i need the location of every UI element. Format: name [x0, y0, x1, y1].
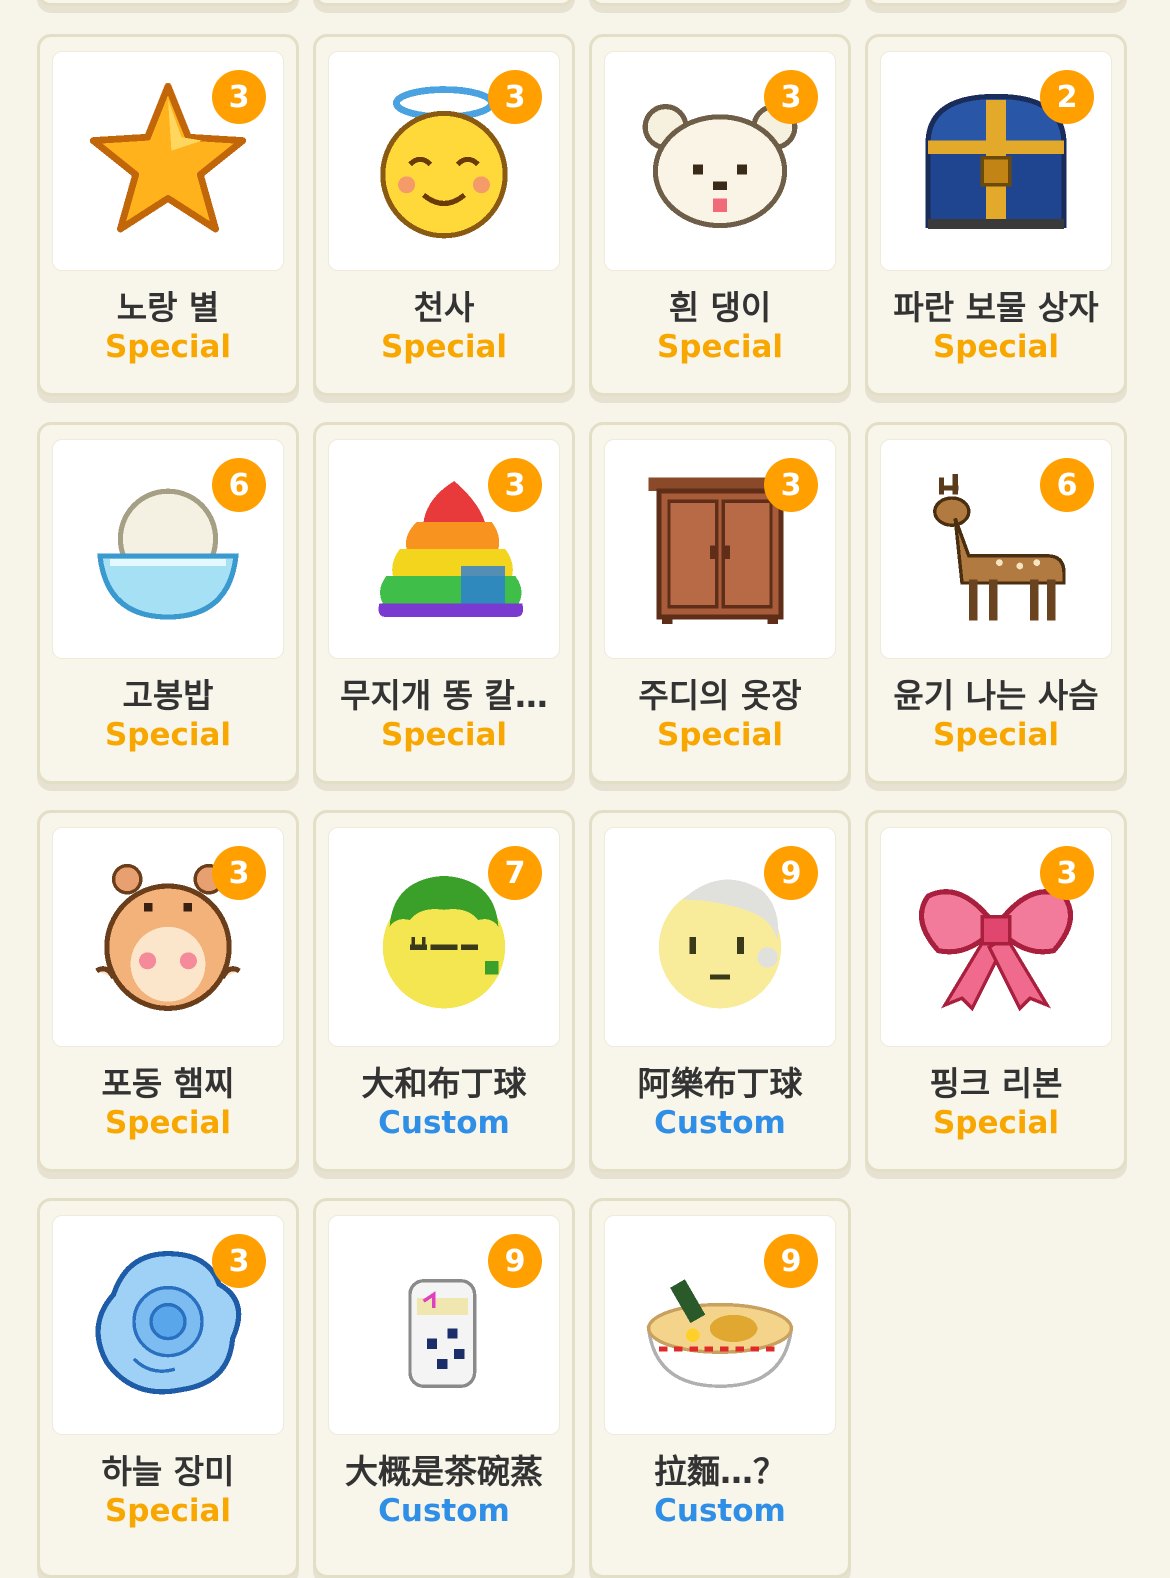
item-card[interactable]: 3 천사 Special: [313, 34, 575, 396]
item-name: 노랑 별: [116, 288, 220, 327]
count-badge: 7: [488, 846, 542, 900]
item-name: 하늘 장미: [101, 1452, 235, 1491]
count-badge: 3: [764, 458, 818, 512]
item-card[interactable]: 9 拉麵…？ Custom: [589, 1198, 851, 1578]
count-badge: 3: [212, 1234, 266, 1288]
item-type: Special: [932, 717, 1060, 753]
item-name: 천사: [413, 288, 475, 327]
item-tile: 9: [328, 1215, 560, 1435]
item-name: 포동 햄찌: [101, 1064, 235, 1103]
item-name: 阿樂布丁球: [637, 1064, 803, 1103]
item-type: Special: [104, 717, 232, 753]
item-type: Special: [104, 1105, 232, 1141]
item-name: 大和布丁球: [361, 1064, 527, 1103]
item-type: Custom: [654, 1493, 786, 1529]
item-card[interactable]: 3 노랑 별 Special: [37, 34, 299, 396]
item-type: Special: [656, 329, 784, 365]
item-card[interactable]: 7 大和布丁球 Custom: [313, 810, 575, 1172]
count-badge: 6: [212, 458, 266, 512]
item-type: Special: [932, 329, 1060, 365]
item-name: 拉麵…？: [654, 1452, 786, 1491]
item-card[interactable]: 3 하늘 장미 Special: [37, 1198, 299, 1578]
item-card[interactable]: 3 포동 햄찌 Special: [37, 810, 299, 1172]
item-card[interactable]: 3 무지개 똥 칼… Special: [313, 422, 575, 784]
count-badge: 3: [1040, 846, 1094, 900]
count-badge: 2: [1040, 70, 1094, 124]
item-name: 파란 보물 상자: [893, 288, 1099, 327]
count-badge: 3: [764, 70, 818, 124]
count-badge: 3: [488, 70, 542, 124]
count-badge: 6: [1040, 458, 1094, 512]
item-card[interactable]: 9 阿樂布丁球 Custom: [589, 810, 851, 1172]
count-badge: 3: [212, 70, 266, 124]
item-name: 무지개 똥 칼…: [340, 676, 548, 715]
item-name: 핑크 리본: [929, 1064, 1063, 1103]
item-card[interactable]: 3 흰 댕이 Special: [589, 34, 851, 396]
item-type: Special: [932, 1105, 1060, 1141]
item-tile: 6: [52, 439, 284, 659]
item-tile: 2: [880, 51, 1112, 271]
item-type: Special: [104, 329, 232, 365]
item-name: 大概是茶碗蒸: [345, 1452, 543, 1491]
count-badge: 3: [488, 458, 542, 512]
item-tile: 3: [52, 1215, 284, 1435]
item-type: Special: [656, 717, 784, 753]
item-type: Special: [104, 1493, 232, 1529]
item-tile: 9: [604, 1215, 836, 1435]
item-type: Custom: [654, 1105, 786, 1141]
item-card-partial[interactable]: [865, 0, 1127, 6]
item-tile: 6: [880, 439, 1112, 659]
item-tile: 3: [328, 51, 560, 271]
item-tile: 9: [604, 827, 836, 1047]
item-type: Custom: [378, 1493, 510, 1529]
item-card[interactable]: 2 파란 보물 상자 Special: [865, 34, 1127, 396]
count-badge: 9: [488, 1234, 542, 1288]
item-name: 흰 댕이: [668, 288, 772, 327]
item-type: Special: [380, 717, 508, 753]
item-tile: 3: [52, 827, 284, 1047]
item-card[interactable]: 6 고봉밥 Special: [37, 422, 299, 784]
item-tile: 7: [328, 827, 560, 1047]
item-tile: 3: [604, 439, 836, 659]
item-tile: 3: [328, 439, 560, 659]
item-tile: 3: [880, 827, 1112, 1047]
item-card-partial[interactable]: [37, 0, 299, 6]
count-badge: 3: [212, 846, 266, 900]
item-type: Custom: [378, 1105, 510, 1141]
item-card[interactable]: 3 주디의 옷장 Special: [589, 422, 851, 784]
item-name: 고봉밥: [122, 676, 214, 715]
item-name: 주디의 옷장: [638, 676, 802, 715]
item-card-partial[interactable]: [313, 0, 575, 6]
count-badge: 9: [764, 1234, 818, 1288]
item-type: Special: [380, 329, 508, 365]
item-card[interactable]: 9 大概是茶碗蒸 Custom: [313, 1198, 575, 1578]
item-grid: 3 노랑 별 Special 3 천사 Special 3 흰 댕이 Speci…: [0, 0, 1170, 1578]
item-card-partial[interactable]: [589, 0, 851, 6]
count-badge: 9: [764, 846, 818, 900]
item-tile: 3: [604, 51, 836, 271]
item-tile: 3: [52, 51, 284, 271]
item-card[interactable]: 3 핑크 리본 Special: [865, 810, 1127, 1172]
item-card[interactable]: 6 윤기 나는 사슴 Special: [865, 422, 1127, 784]
item-name: 윤기 나는 사슴: [893, 676, 1099, 715]
